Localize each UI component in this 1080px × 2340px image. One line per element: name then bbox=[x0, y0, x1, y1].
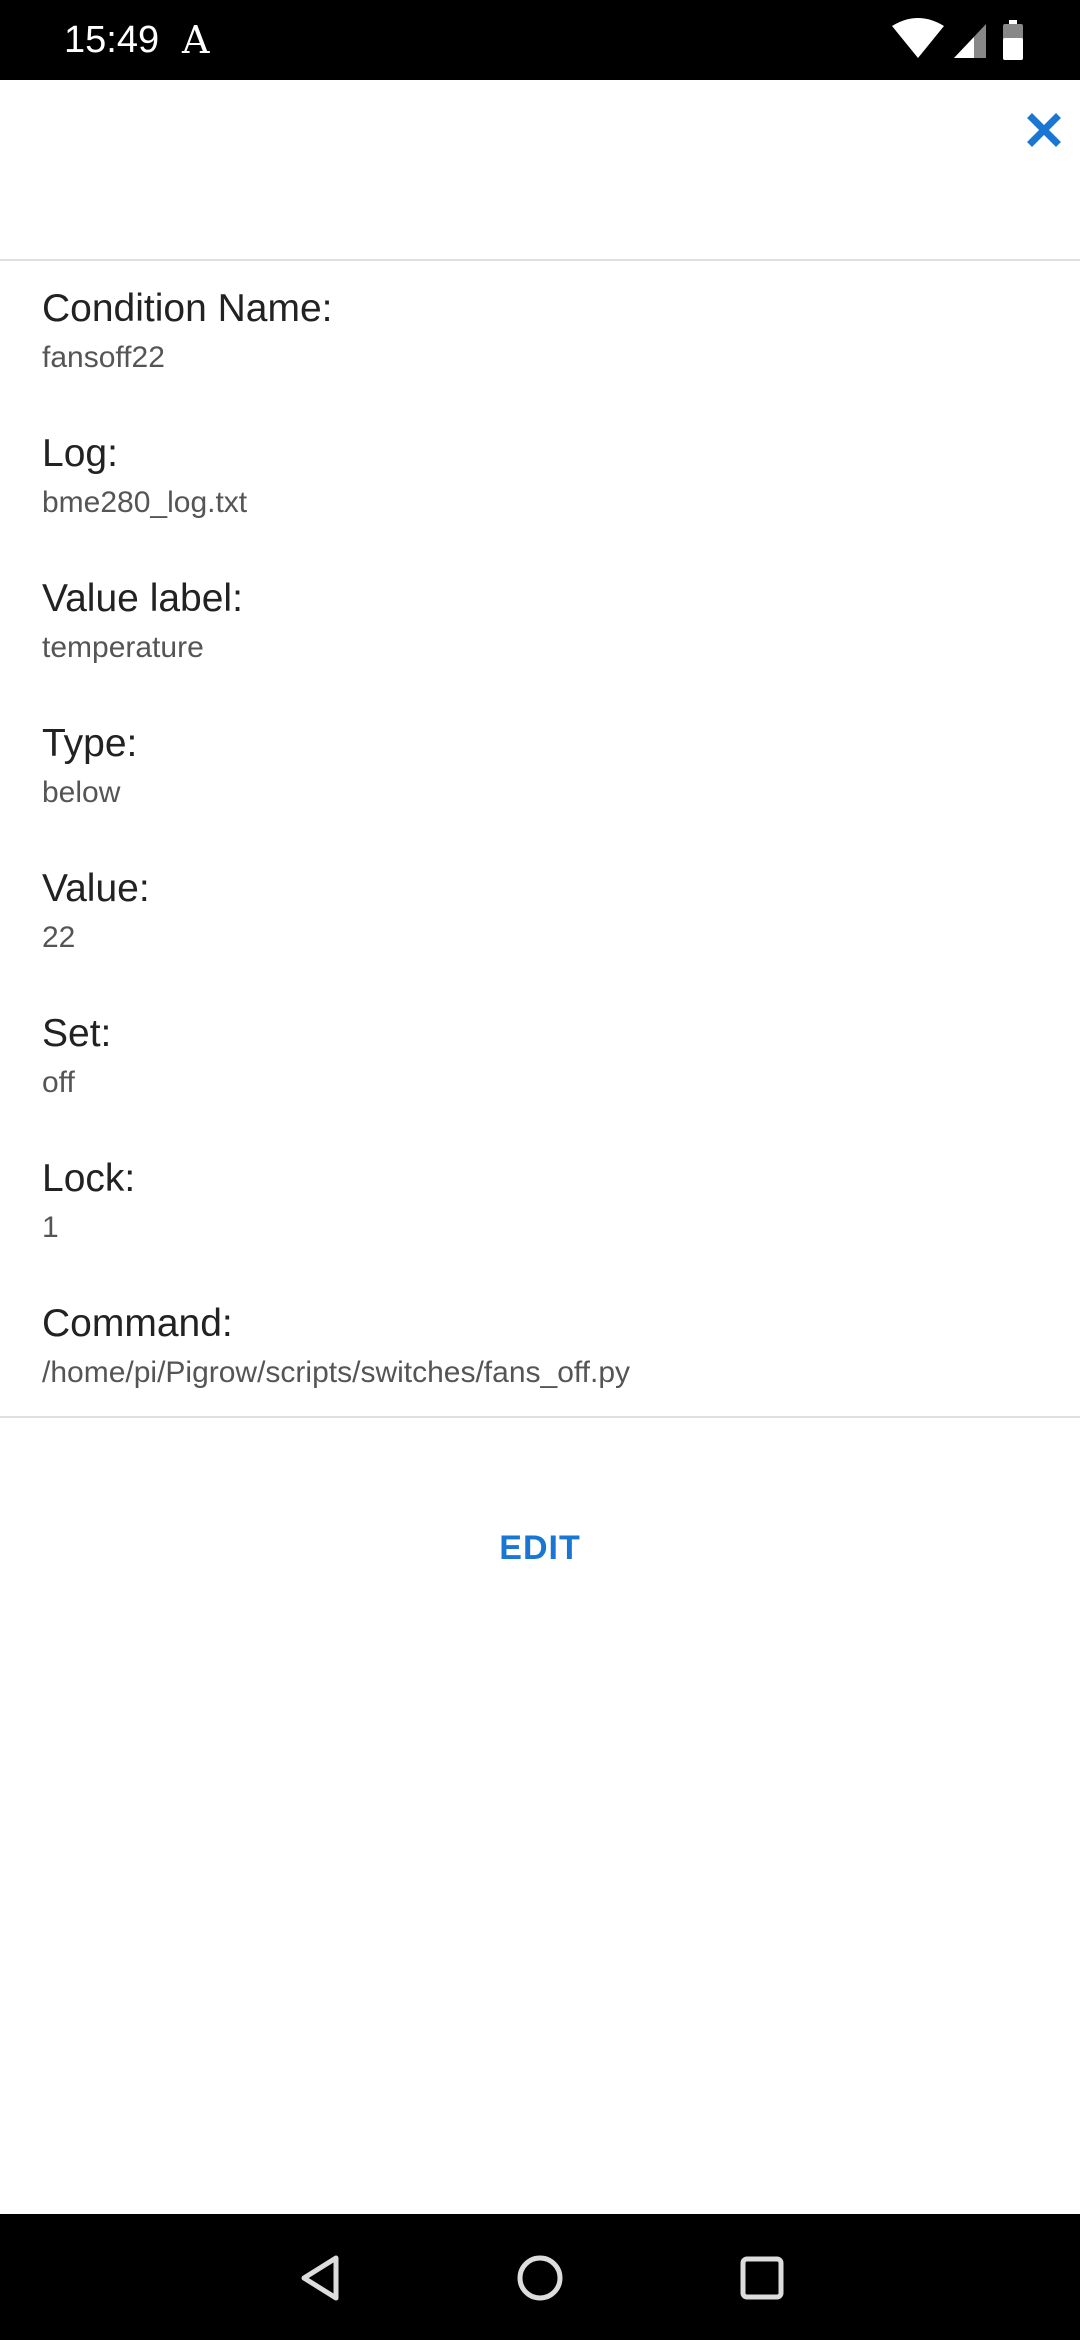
field-type: Type: below bbox=[42, 718, 1042, 863]
field-command: Command: /home/pi/Pigrow/scripts/switche… bbox=[42, 1298, 1042, 1443]
battery-icon bbox=[1003, 20, 1023, 60]
field-label: Command: bbox=[42, 1302, 233, 1345]
status-icons bbox=[892, 18, 1023, 60]
field-label: Type: bbox=[42, 722, 138, 765]
field-value: below bbox=[42, 776, 121, 809]
close-icon bbox=[1027, 113, 1061, 147]
back-button[interactable] bbox=[292, 2250, 348, 2306]
dialog-header bbox=[0, 80, 1080, 261]
field-value: Value: 22 bbox=[42, 863, 1042, 1008]
status-bar: 15:49 A bbox=[0, 0, 1080, 80]
recents-icon bbox=[740, 2256, 784, 2300]
back-icon bbox=[301, 2255, 339, 2301]
home-button[interactable] bbox=[512, 2250, 568, 2306]
field-value-label: Value label: temperature bbox=[42, 573, 1042, 718]
field-label: Value label: bbox=[42, 577, 243, 620]
field-value: off bbox=[42, 1066, 75, 1099]
field-label: Condition Name: bbox=[42, 287, 333, 330]
recents-button[interactable] bbox=[734, 2250, 790, 2306]
field-set: Set: off bbox=[42, 1008, 1042, 1153]
cell-signal-icon bbox=[954, 24, 986, 58]
home-icon bbox=[517, 2255, 563, 2301]
navigation-bar bbox=[0, 2214, 1080, 2340]
field-value: 1 bbox=[42, 1211, 59, 1244]
field-lock: Lock: 1 bbox=[42, 1153, 1042, 1298]
close-button[interactable] bbox=[1020, 106, 1068, 154]
field-value: /home/pi/Pigrow/scripts/switches/fans_of… bbox=[42, 1356, 631, 1389]
field-label: Log: bbox=[42, 432, 118, 475]
field-condition-name: Condition Name: fansoff22 bbox=[42, 283, 1042, 428]
wifi-icon bbox=[892, 18, 944, 58]
field-value: 22 bbox=[42, 921, 76, 954]
field-log: Log: bme280_log.txt bbox=[42, 428, 1042, 573]
field-label: Lock: bbox=[42, 1157, 136, 1200]
field-label: Value: bbox=[42, 867, 150, 910]
condition-details: Condition Name: fansoff22 Log: bme280_lo… bbox=[42, 283, 1042, 1443]
edit-button[interactable]: EDIT bbox=[440, 1518, 640, 1578]
field-value: temperature bbox=[42, 631, 204, 664]
field-label: Set: bbox=[42, 1012, 112, 1055]
status-indicator: A bbox=[182, 18, 210, 62]
divider bbox=[0, 1416, 1080, 1418]
status-time: 15:49 bbox=[64, 19, 160, 61]
field-value: fansoff22 bbox=[42, 341, 165, 374]
field-value: bme280_log.txt bbox=[42, 486, 248, 519]
